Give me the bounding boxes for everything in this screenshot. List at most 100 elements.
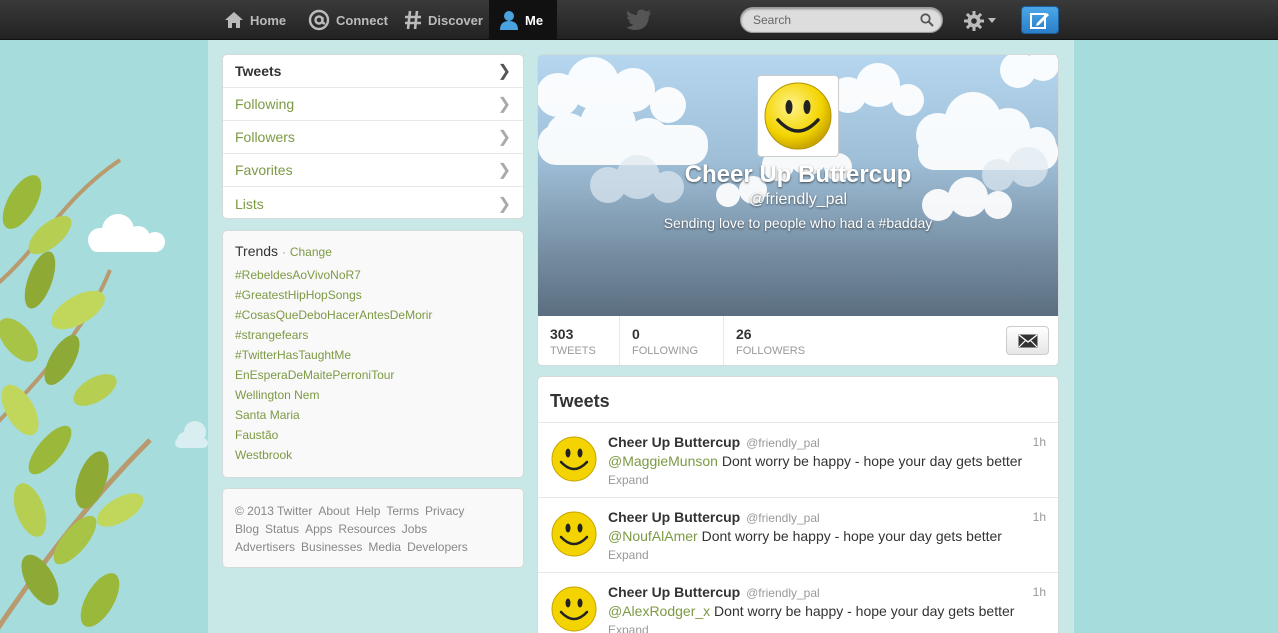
tweet-expand-link[interactable]: Expand <box>608 473 649 487</box>
tweet-mention-link[interactable]: @NoufAlAmer <box>608 528 698 544</box>
tweet-timestamp[interactable]: 1h <box>1033 435 1046 449</box>
stat-following[interactable]: 0 FOLLOWING <box>620 316 724 365</box>
tweet-author-handle: @friendly_pal <box>746 511 820 525</box>
settings-menu[interactable] <box>963 10 996 32</box>
chevron-right-icon: ❯ <box>497 63 511 80</box>
trends-change-link[interactable]: Change <box>290 245 332 259</box>
chevron-right-icon: ❯ <box>497 129 511 146</box>
stat-label: FOLLOWERS <box>736 345 806 357</box>
tweet-mention-link[interactable]: @AlexRodger_x <box>608 603 710 619</box>
smiley-avatar-icon[interactable] <box>550 510 598 558</box>
tweet-text: @MaggieMunson Dont worry be happy - hope… <box>608 453 1022 469</box>
profile-avatar[interactable] <box>757 75 839 157</box>
footer-link-developers[interactable]: Developers <box>407 540 468 554</box>
profile-handle: @friendly_pal <box>748 191 848 208</box>
profile-nav-tweets[interactable]: Tweets ❯ <box>223 55 523 88</box>
trend-link[interactable]: Wellington Nem <box>235 385 511 405</box>
nav-connect[interactable]: Connect <box>304 0 392 40</box>
tweet-body: Dont worry be happy - hope your day gets… <box>710 603 1015 619</box>
footer-link-advertisers[interactable]: Advertisers <box>235 540 295 554</box>
tweet-mention-link[interactable]: @MaggieMunson <box>608 453 718 469</box>
footer-link-businesses[interactable]: Businesses <box>301 540 362 554</box>
footer-links-module: © 2013 Twitter About Help Terms Privacy Blog… <box>222 488 524 568</box>
footer-link-jobs[interactable]: Jobs <box>402 522 427 536</box>
hash-icon <box>405 10 421 30</box>
compose-tweet-button[interactable] <box>1021 6 1059 34</box>
tweet-item[interactable]: Cheer Up Buttercup @friendly_pal 1h @Nou… <box>538 498 1058 573</box>
search-box[interactable] <box>740 7 943 33</box>
footer-link-help[interactable]: Help <box>356 504 381 518</box>
tweet-author-name: Cheer Up Buttercup <box>608 584 741 600</box>
compose-icon <box>1030 13 1049 29</box>
trend-link[interactable]: #CosasQueDeboHacerAntesDeMorir <box>235 305 511 325</box>
stat-value: 303 <box>550 326 574 342</box>
trend-link[interactable]: EnEsperaDeMaitePerroniTour <box>235 365 511 385</box>
smiley-avatar-icon[interactable] <box>550 435 598 483</box>
chevron-right-icon: ❯ <box>497 162 511 179</box>
stat-label: FOLLOWING <box>632 345 699 357</box>
trend-link[interactable]: #GreatestHipHopSongs <box>235 285 511 305</box>
profile-header-banner: Cheer Up Buttercup @friendly_pal Sending… <box>538 55 1058 316</box>
trend-link[interactable]: Westbrook <box>235 445 511 465</box>
smiley-avatar-image <box>764 82 832 150</box>
tweet-author[interactable]: Cheer Up Buttercup @friendly_pal <box>608 509 820 525</box>
at-icon <box>308 9 330 31</box>
tweet-expand-link[interactable]: Expand <box>608 623 649 633</box>
nav-connect-label: Connect <box>336 12 388 28</box>
footer-link-resources[interactable]: Resources <box>338 522 395 536</box>
footer-link-about[interactable]: About <box>318 504 349 518</box>
footer-link-apps[interactable]: Apps <box>305 522 332 536</box>
footer-line: © 2013 Twitter About Help Terms Privacy <box>235 502 511 520</box>
tweet-author[interactable]: Cheer Up Buttercup @friendly_pal <box>608 584 820 600</box>
footer-link-privacy[interactable]: Privacy <box>425 504 464 518</box>
footer-link-blog[interactable]: Blog <box>235 522 259 536</box>
stat-tweets[interactable]: 303 TWEETS <box>538 316 620 365</box>
nav-me[interactable]: Me <box>489 0 557 40</box>
profile-nav-lists[interactable]: Lists ❯ <box>223 187 523 220</box>
tweet-item[interactable]: Cheer Up Buttercup @friendly_pal 1h @Ale… <box>538 573 1058 633</box>
direct-message-button[interactable] <box>1006 326 1049 355</box>
stat-followers[interactable]: 26 FOLLOWERS <box>724 316 834 365</box>
trend-link[interactable]: #strangefears <box>235 325 511 345</box>
footer-link-terms[interactable]: Terms <box>386 504 419 518</box>
nav-home[interactable]: Home <box>220 0 290 40</box>
smiley-avatar-icon[interactable] <box>550 585 598 633</box>
copyright-text: © 2013 Twitter <box>235 504 313 518</box>
profile-nav-label: Following <box>235 96 295 112</box>
trend-link[interactable]: #RebeldesAoVivoNoR7 <box>235 265 511 285</box>
profile-nav-following[interactable]: Following ❯ <box>223 88 523 121</box>
tweet-body: Dont worry be happy - hope your day gets… <box>697 528 1002 544</box>
footer-link-status[interactable]: Status <box>265 522 299 536</box>
tweet-expand-link[interactable]: Expand <box>608 548 649 562</box>
tweet-author[interactable]: Cheer Up Buttercup @friendly_pal <box>608 434 820 450</box>
trend-link[interactable]: Faustão <box>235 425 511 445</box>
trends-header: Trends · Change <box>235 243 511 259</box>
tweet-author-name: Cheer Up Buttercup <box>608 509 741 525</box>
profile-nav-list: Tweets ❯ Following ❯ Followers ❯ Favorites ❯… <box>222 54 524 219</box>
person-icon <box>500 11 518 30</box>
tweet-timestamp[interactable]: 1h <box>1033 510 1046 524</box>
tweets-timeline: Tweets Cheer Up Buttercup @friendly_pal … <box>537 376 1059 633</box>
chevron-down-icon <box>988 18 996 23</box>
trend-link[interactable]: Santa Maria <box>235 405 511 425</box>
trend-link[interactable]: #TwitterHasTaughtMe <box>235 345 511 365</box>
tweet-item[interactable]: Cheer Up Buttercup @friendly_pal 1h @Mag… <box>538 423 1058 498</box>
stat-value: 26 <box>736 326 752 342</box>
chevron-right-icon: ❯ <box>497 195 511 213</box>
footer-link-media[interactable]: Media <box>368 540 401 554</box>
profile-nav-favorites[interactable]: Favorites ❯ <box>223 154 523 187</box>
background-right-panel <box>1074 40 1278 633</box>
nav-discover[interactable]: Discover <box>400 0 487 40</box>
tweet-author-handle: @friendly_pal <box>746 586 820 600</box>
search-input[interactable] <box>753 13 913 27</box>
search-icon[interactable] <box>920 13 934 27</box>
profile-nav-followers[interactable]: Followers ❯ <box>223 121 523 154</box>
trends-module: Trends · Change #RebeldesAoVivoNoR7 #Gre… <box>222 230 524 478</box>
tweet-timestamp[interactable]: 1h <box>1033 585 1046 599</box>
profile-nav-label: Tweets <box>235 63 282 79</box>
chevron-right-icon: ❯ <box>497 96 511 113</box>
profile-nav-label: Favorites <box>235 162 293 178</box>
profile-bio: Sending love to people who had a #badday <box>663 215 933 231</box>
trends-title: Trends <box>235 243 279 259</box>
footer-line: Advertisers Businesses Media Developers <box>235 538 511 556</box>
